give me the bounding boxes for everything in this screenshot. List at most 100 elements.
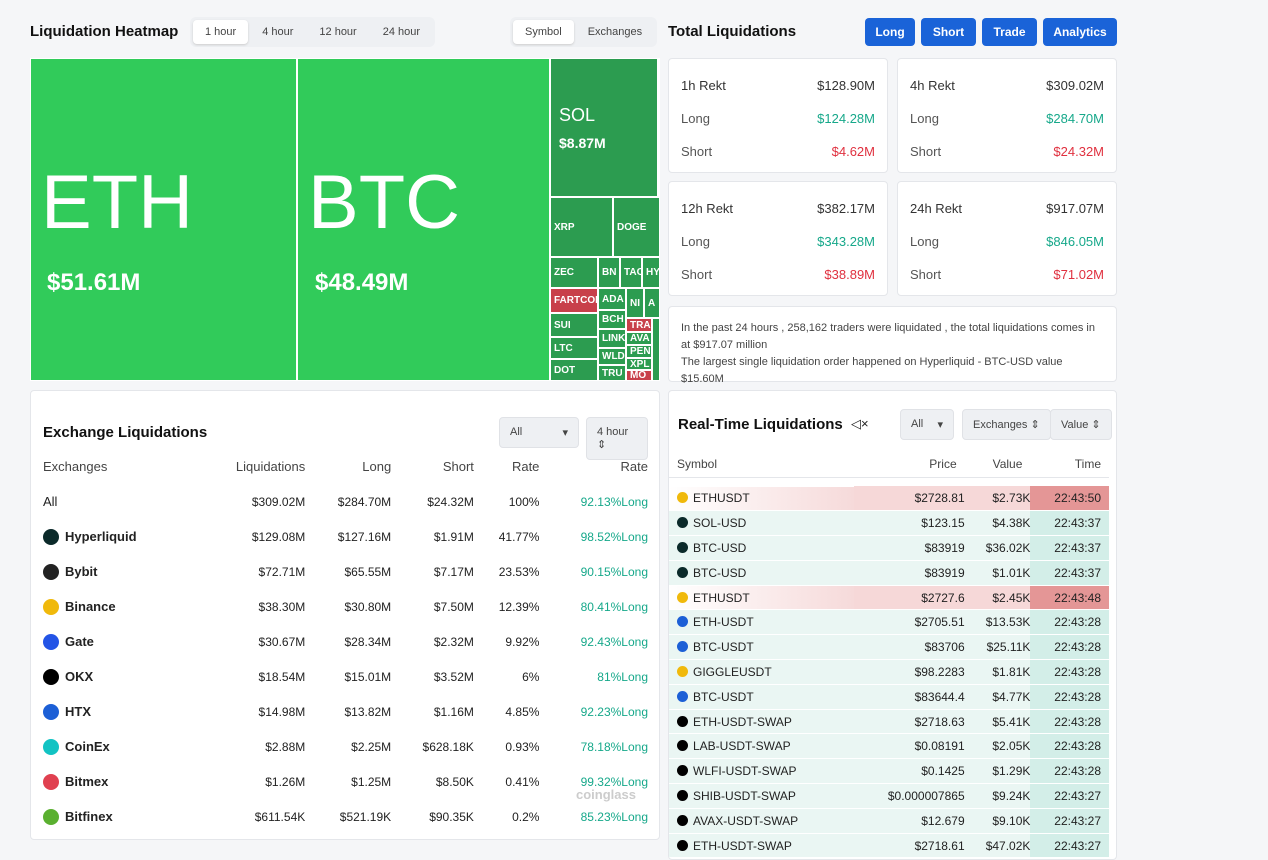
table-row[interactable]: AVAX-USDT-SWAP $12.679 $9.10K 22:43:27 — [669, 808, 1109, 834]
time: 22:43:28 — [1030, 758, 1109, 785]
tile[interactable]: ADA — [598, 288, 626, 310]
tile[interactable]: WLD — [598, 348, 626, 365]
cell: 0.2% — [512, 809, 540, 824]
tab-24-hour[interactable]: 24 hour — [371, 20, 432, 44]
table-row[interactable]: SHIB-USDT-SWAP $0.000007865 $9.24K 22:43… — [669, 783, 1109, 809]
trade-button[interactable]: Trade — [982, 18, 1037, 46]
value: $47.02K — [964, 833, 1031, 859]
cell: 81%Long — [597, 669, 648, 684]
value: $1.29K — [964, 758, 1031, 785]
short-button[interactable]: Short — [921, 18, 976, 46]
tile[interactable]: LINK — [598, 329, 626, 348]
exchanges-select[interactable]: Exchanges ⇕ — [962, 409, 1051, 440]
cell: $28.34M — [344, 634, 392, 649]
card-total: $382.17M — [817, 201, 875, 216]
table-row[interactable]: CoinEx $2.88M $2.25M $628.18K 0.93% 78.18%Lon… — [43, 729, 648, 764]
exchange-logo-icon — [43, 563, 59, 580]
table-row[interactable]: BTC-USDT $83706 $25.11K 22:43:28 — [669, 634, 1109, 661]
exchange-name: Hyperliquid — [65, 529, 137, 544]
price: $83706 — [854, 634, 965, 661]
tile[interactable]: DOT — [550, 359, 598, 381]
cell: 4.85% — [505, 704, 540, 719]
tile[interactable]: TAO — [620, 257, 642, 288]
table-row[interactable]: Bybit $72.71M $65.55M $7.17M 23.53% 90.15%Lon… — [43, 554, 648, 589]
tile[interactable]: BN — [598, 257, 620, 288]
exchange-logo-icon — [43, 598, 59, 615]
table-row[interactable]: Hyperliquid $129.08M $127.16M $1.91M 41.77% 9… — [43, 519, 648, 554]
mute-icon[interactable]: ◁× — [851, 416, 869, 432]
tile[interactable] — [652, 318, 660, 381]
tile[interactable]: A — [644, 288, 660, 318]
tile-value: $48.49M — [315, 269, 409, 296]
tile[interactable]: MO — [626, 370, 652, 381]
table-row[interactable]: Gate $30.67M $28.34M $2.32M 9.92% 92.43%Long — [43, 624, 648, 659]
tab-exchanges[interactable]: Exchanges — [576, 20, 654, 44]
table-row[interactable]: ETH-USDT-SWAP $2718.61 $47.02K 22:43:27 — [669, 833, 1109, 859]
tile[interactable]: NI — [626, 288, 644, 318]
tile[interactable]: DOGE — [613, 197, 660, 257]
table-row[interactable]: HTX $14.98M $13.82M $1.16M 4.85% 92.23%Long — [43, 694, 648, 729]
table-row[interactable]: Bitfinex $611.54K $521.19K $90.35K 0.2% 85.23… — [43, 799, 648, 834]
table-row[interactable]: LAB-USDT-SWAP $0.08191 $2.05K 22:43:28 — [669, 733, 1109, 760]
exchange-table: Exchanges Liquidations Long Short Rate Rate Al… — [43, 449, 648, 834]
tile[interactable]: XPL — [626, 358, 652, 370]
tile[interactable]: TRU — [598, 365, 626, 381]
tile[interactable]: PEN — [626, 345, 652, 358]
tile-eth[interactable]: ETH $51.61M — [30, 58, 297, 381]
tile[interactable]: SUI — [550, 313, 598, 337]
tab-1-hour[interactable]: 1 hour — [193, 20, 249, 44]
exchange-name: Binance — [65, 599, 116, 614]
table-row[interactable]: ETH-USDT $2705.51 $13.53K 22:43:28 — [669, 609, 1109, 636]
time: 22:43:28 — [1030, 659, 1109, 685]
tile[interactable]: XRP — [550, 197, 613, 257]
tile[interactable]: HY — [642, 257, 660, 288]
table-row[interactable]: OKX $18.54M $15.01M $3.52M 6% 81%Long — [43, 659, 648, 694]
price: $0.000007865 — [854, 783, 965, 809]
price: $0.1425 — [854, 758, 965, 785]
tile[interactable]: FARTCOIN — [550, 288, 598, 313]
tile[interactable]: ZEC — [550, 257, 598, 288]
tile-btc[interactable]: BTC $48.49M — [297, 58, 550, 381]
table-row[interactable]: ETHUSDT $2727.6 $2.45K 22:43:48 — [669, 585, 1109, 611]
table-row[interactable]: BTC-USD $83919 $36.02K 22:43:37 — [669, 535, 1109, 561]
value-value: Value — [1061, 419, 1089, 431]
tile-sol[interactable]: SOL $8.87M — [550, 58, 658, 197]
exchange-title: Exchange Liquidations — [43, 424, 208, 441]
table-row[interactable]: ETH-USDT-SWAP $2718.63 $5.41K 22:43:28 — [669, 709, 1109, 735]
exchange-name: CoinEx — [65, 739, 110, 754]
table-row[interactable]: All $309.02M $284.70M $24.32M 100% 92.13%Long — [43, 484, 648, 519]
cell: 41.77% — [498, 529, 540, 544]
tab-symbol[interactable]: Symbol — [513, 20, 574, 44]
table-row[interactable]: SOL-USD $123.15 $4.38K 22:43:37 — [669, 510, 1109, 537]
table-row[interactable]: BTC-USD $83919 $1.01K 22:43:37 — [669, 560, 1109, 586]
side-select[interactable]: All ▾ — [900, 409, 954, 440]
filter-select[interactable]: All ▾ — [499, 417, 579, 448]
time: 22:43:28 — [1030, 733, 1109, 760]
tile[interactable]: BCH — [598, 310, 626, 329]
table-row[interactable]: Binance $38.30M $30.80M $7.50M 12.39% 80.41%L… — [43, 589, 648, 624]
cell: $18.54M — [258, 669, 306, 684]
side-value: All — [911, 418, 924, 430]
tile[interactable]: LTC — [550, 337, 598, 359]
tab-12-hour[interactable]: 12 hour — [307, 20, 368, 44]
price: $83919 — [854, 560, 965, 586]
tile[interactable]: TRA — [626, 318, 652, 332]
cell: 6% — [522, 669, 540, 684]
symbol: BTC-USD — [693, 540, 747, 555]
table-row[interactable]: ETHUSDT $2728.81 $2.73K 22:43:50 — [669, 486, 1109, 512]
long-label: Long — [910, 234, 939, 249]
table-row[interactable]: GIGGLEUSDT $98.2283 $1.81K 22:43:28 — [669, 659, 1109, 685]
tile-name: BTC — [308, 160, 460, 245]
tab-4-hour[interactable]: 4 hour — [250, 20, 305, 44]
exchange-icon — [677, 616, 688, 628]
card-short: $38.89M — [824, 267, 875, 282]
value-select[interactable]: Value ⇕ — [1050, 409, 1112, 440]
tile[interactable]: AVA — [626, 332, 652, 345]
heatmap: ETH $51.61M BTC $48.49M SOL $8.87M XRP D… — [30, 58, 660, 381]
analytics-button[interactable]: Analytics — [1043, 18, 1117, 46]
table-row[interactable]: Bitmex $1.26M $1.25M $8.50K 0.41% 99.32%Long — [43, 764, 648, 799]
cell: $3.52M — [433, 669, 474, 684]
table-row[interactable]: BTC-USDT $83644.4 $4.77K 22:43:28 — [669, 684, 1109, 710]
table-row[interactable]: WLFI-USDT-SWAP $0.1425 $1.29K 22:43:28 — [669, 758, 1109, 785]
long-button[interactable]: Long — [865, 18, 915, 46]
